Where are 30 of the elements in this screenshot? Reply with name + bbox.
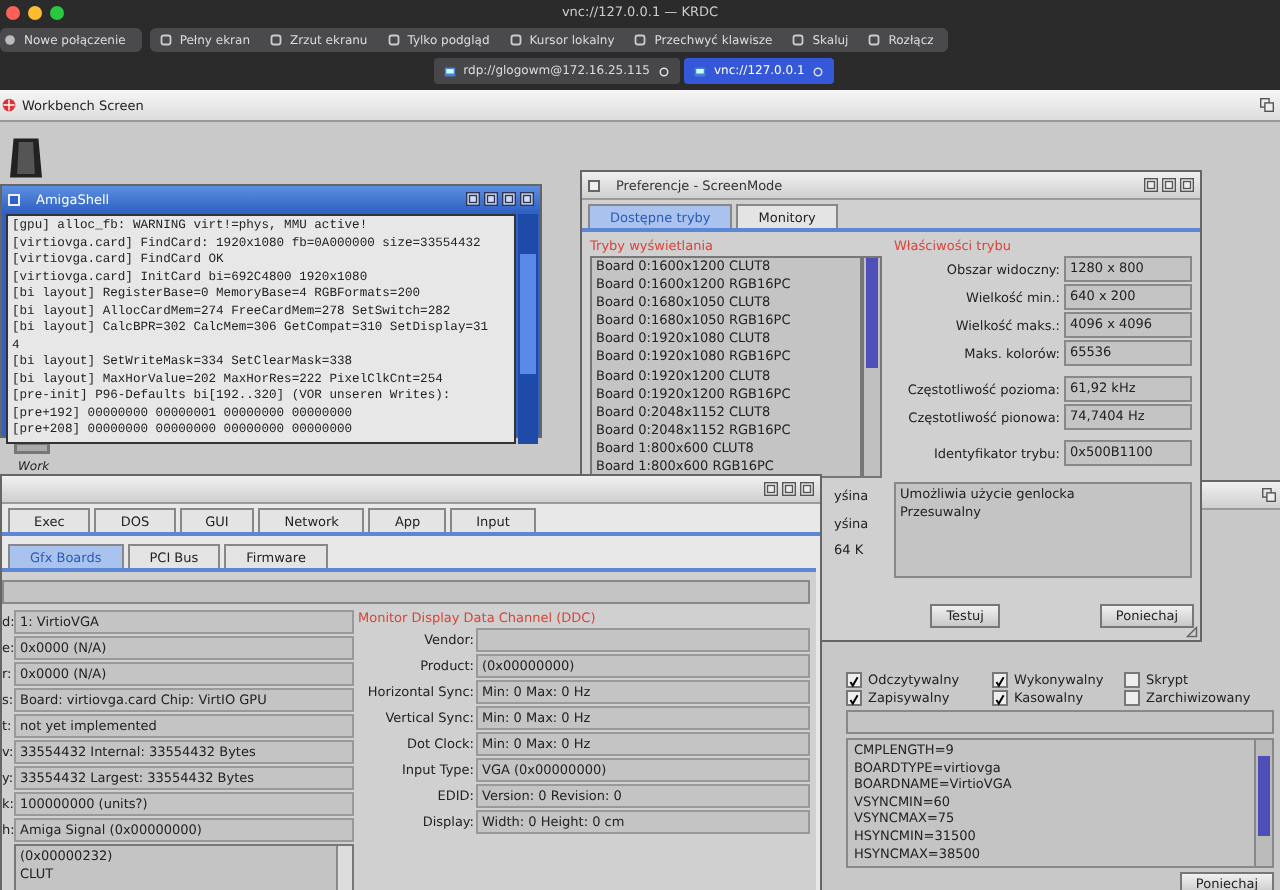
scrollbar[interactable] — [336, 846, 352, 890]
text-field[interactable] — [846, 710, 1274, 734]
monitor-icon — [693, 65, 706, 77]
toolbar-icon — [270, 34, 283, 46]
toolbar-icon — [868, 34, 881, 46]
checkbox[interactable] — [1124, 689, 1140, 705]
minimize-button[interactable] — [28, 5, 42, 19]
scrollbar[interactable] — [862, 256, 882, 479]
checkbox[interactable] — [992, 689, 1008, 705]
depth-icon[interactable] — [1260, 98, 1274, 112]
close-button[interactable] — [6, 5, 20, 19]
depth-icon[interactable] — [1262, 488, 1276, 502]
selector-field[interactable] — [2, 580, 810, 604]
mode-list[interactable] — [590, 256, 863, 479]
monitor-icon — [443, 65, 456, 77]
checkbox[interactable] — [846, 689, 862, 705]
toolbar-icon — [159, 34, 172, 46]
toolbar-icon — [387, 34, 400, 46]
close-button[interactable] — [588, 179, 600, 191]
scrollbar[interactable] — [518, 214, 538, 443]
checkbox[interactable] — [1124, 671, 1140, 687]
zoom-button[interactable] — [50, 5, 64, 19]
toolbar-icon — [634, 34, 647, 46]
checkbox[interactable] — [992, 671, 1008, 687]
toolbar-icon — [792, 34, 805, 46]
resize-icon[interactable] — [1186, 626, 1198, 638]
scrollbar[interactable] — [1254, 740, 1272, 866]
checkbox[interactable] — [846, 671, 862, 687]
toolbar-icon — [4, 34, 16, 46]
toolbar-icon — [509, 34, 522, 46]
